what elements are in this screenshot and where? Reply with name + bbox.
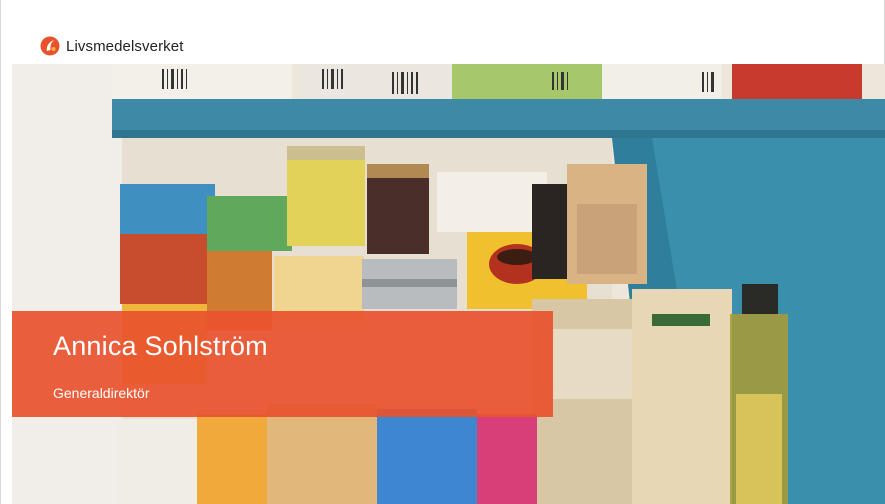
pantry-shelf-photo [12,64,885,504]
brand-logo: Livsmedelsverket [40,36,183,56]
brand-name: Livsmedelsverket [66,37,184,55]
presenter-name: Annica Sohlström [53,331,268,361]
livsmedelsverket-logo-icon [40,36,60,56]
slide: Livsmedelsverket Annica Sohlström Genera… [0,0,885,504]
presenter-title: Generaldirektör [53,385,150,401]
presenter-banner: Annica Sohlström Generaldirektör [12,311,553,417]
